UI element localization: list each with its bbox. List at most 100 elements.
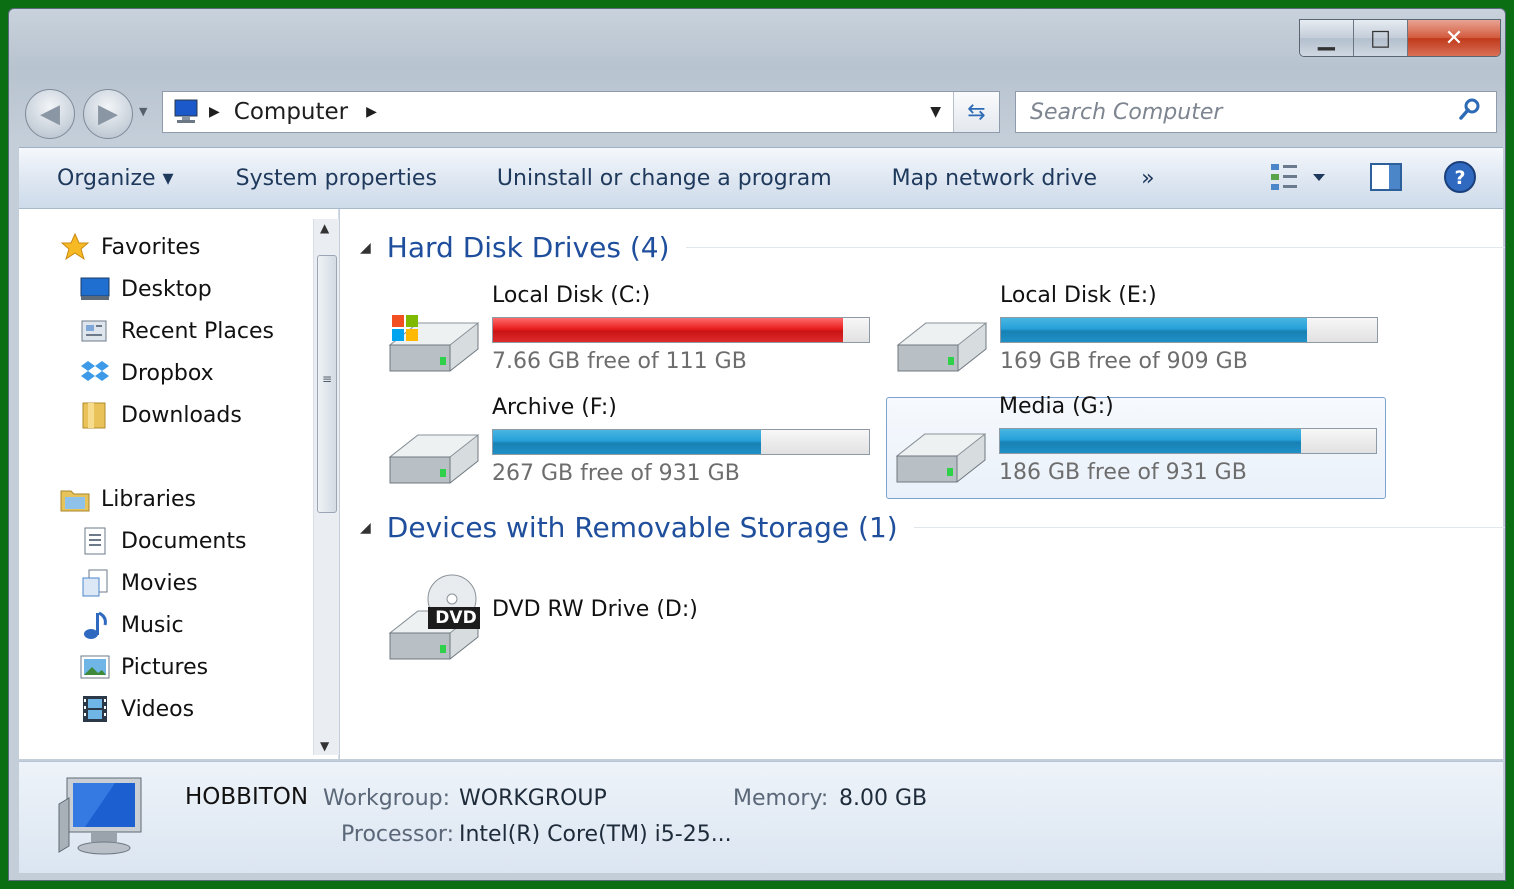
processor-label: Processor: [341, 822, 454, 847]
sidebar-item-label: Dropbox [121, 360, 214, 386]
uninstall-program-button[interactable]: Uninstall or change a program [497, 166, 832, 191]
sidebar-item-music[interactable]: Music [79, 609, 184, 641]
scroll-down-icon[interactable]: ▼ [320, 739, 329, 753]
hard-drive-icon [386, 417, 482, 487]
sidebar-item-favorites[interactable]: Favorites [59, 231, 200, 263]
recent-places-icon [79, 315, 111, 347]
drive-usage-bar [492, 429, 870, 455]
search-box[interactable]: Search Computer [1015, 91, 1497, 133]
dvd-drive-icon: DVD [386, 573, 482, 663]
sidebar-item-downloads[interactable]: Downloads [79, 399, 242, 431]
preview-pane-icon[interactable] [1369, 162, 1403, 198]
computer-icon [171, 98, 201, 126]
breadcrumb-computer[interactable]: Computer [234, 99, 348, 125]
sidebar-item-label: Downloads [121, 402, 242, 428]
navigation-pane: Favorites Desktop Recent Places Dropbox … [19, 209, 339, 759]
sidebar-item-label: Videos [121, 696, 195, 722]
drive-tile-c[interactable]: Local Disk (C:) 7.66 GB free of 111 GB [380, 283, 880, 389]
sidebar-item-label: Libraries [101, 486, 197, 512]
breadcrumb-separator-icon[interactable]: ▶ [209, 104, 220, 120]
drive-name: Local Disk (C:) [492, 283, 651, 308]
drive-tile-g[interactable]: Media (G:) 186 GB free of 931 GB [886, 394, 1386, 499]
pictures-icon [79, 651, 111, 683]
drive-usage-fill [493, 318, 844, 342]
window-controls: ▁ □ ✕ [1299, 19, 1501, 57]
close-button[interactable]: ✕ [1408, 20, 1500, 56]
forward-button[interactable]: ▶ [83, 89, 133, 139]
sidebar-item-label: Favorites [101, 234, 201, 260]
hard-drive-icon [894, 305, 990, 375]
drive-name: Local Disk (E:) [1000, 283, 1157, 308]
group-divider [913, 527, 1505, 528]
svg-text:?: ? [1454, 167, 1465, 189]
sidebar-item-desktop[interactable]: Desktop [79, 273, 212, 305]
sidebar-item-pictures[interactable]: Pictures [79, 651, 208, 683]
collapse-triangle-icon[interactable]: ◢ [360, 240, 371, 256]
sidebar-item-label: Pictures [121, 654, 209, 680]
navigation-pane-scrollbar[interactable]: ▲ ≡ ▼ [313, 219, 339, 755]
scroll-up-icon[interactable]: ▲ [320, 221, 329, 235]
drive-name: Media (G:) [999, 394, 1114, 419]
drive-free-space: 7.66 GB free of 111 GB [492, 349, 747, 374]
drive-free-space: 186 GB free of 931 GB [999, 460, 1247, 485]
desktop-icon [79, 273, 111, 305]
navigation-bar: ◀ ▶ ▼ ▶ Computer ▶ ▼ ⇆ Search Computer [9, 85, 1505, 145]
drive-usage-bar [999, 428, 1377, 454]
sidebar-item-movies[interactable]: Movies [79, 567, 198, 599]
documents-icon [79, 525, 111, 557]
movies-icon [79, 567, 111, 599]
group-header-label: Devices with Removable Storage (1) [386, 511, 898, 544]
videos-film-icon [79, 693, 111, 725]
more-commands-button[interactable]: » [1141, 166, 1154, 191]
sidebar-item-documents[interactable]: Documents [79, 525, 246, 557]
libraries-icon [59, 483, 91, 515]
drive-free-space: 267 GB free of 931 GB [492, 461, 740, 486]
group-header-hard-disk-drives[interactable]: ◢ Hard Disk Drives (4) [360, 231, 1505, 264]
group-header-label: Hard Disk Drives (4) [386, 231, 670, 264]
grip-icon: ≡ [322, 372, 333, 386]
drive-tile-e[interactable]: Local Disk (E:) 169 GB free of 909 GB [888, 283, 1388, 389]
minimize-button[interactable]: ▁ [1300, 20, 1354, 56]
back-arrow-icon: ◀ [40, 99, 60, 129]
drive-usage-bar [1000, 317, 1378, 343]
drive-tile-f[interactable]: Archive (F:) 267 GB free of 931 GB [380, 395, 880, 501]
windows-system-drive-icon [386, 305, 482, 375]
group-header-removable-storage[interactable]: ◢ Devices with Removable Storage (1) [360, 511, 1505, 544]
workgroup-label: Workgroup: [323, 786, 451, 811]
drive-usage-fill [493, 430, 762, 454]
drive-name: DVD RW Drive (D:) [492, 597, 698, 622]
search-icon[interactable] [1458, 97, 1482, 127]
memory-label: Memory: [733, 786, 829, 811]
scrollbar-thumb[interactable]: ≡ [317, 255, 337, 513]
collapse-triangle-icon[interactable]: ◢ [360, 520, 371, 536]
drive-tile-d[interactable]: DVD DVD RW Drive (D:) [380, 571, 880, 667]
search-input[interactable]: Search Computer [1030, 100, 1222, 125]
sidebar-item-videos[interactable]: Videos [79, 693, 194, 725]
drive-name: Archive (F:) [492, 395, 617, 420]
sidebar-item-recent-places[interactable]: Recent Places [79, 315, 274, 347]
computer-monitor-icon [55, 774, 147, 860]
star-icon [59, 231, 91, 263]
system-properties-button[interactable]: System properties [236, 166, 437, 191]
breadcrumb-separator-icon[interactable]: ▶ [366, 104, 377, 120]
back-button[interactable]: ◀ [25, 89, 75, 139]
sidebar-item-dropbox[interactable]: Dropbox [79, 357, 214, 389]
address-history-dropdown-icon[interactable]: ▼ [930, 104, 941, 120]
refresh-button[interactable]: ⇆ [953, 92, 999, 132]
change-view-icon[interactable] [1269, 160, 1329, 200]
recent-pages-dropdown[interactable]: ▼ [139, 105, 147, 118]
downloads-folder-icon [79, 399, 111, 431]
view-controls: ? [1269, 160, 1477, 200]
maximize-button[interactable]: □ [1354, 20, 1408, 56]
map-network-drive-button[interactable]: Map network drive [892, 166, 1097, 191]
sidebar-item-label: Documents [121, 528, 247, 554]
organize-menu[interactable]: Organize ▾ [57, 166, 174, 191]
sidebar-item-label: Music [121, 612, 184, 638]
help-icon[interactable]: ? [1443, 160, 1477, 200]
drive-usage-fill [1000, 429, 1301, 453]
command-bar: Organize ▾ System properties Uninstall o… [19, 147, 1503, 209]
address-bar[interactable]: ▶ Computer ▶ ▼ ⇆ [162, 91, 1000, 133]
sidebar-item-libraries[interactable]: Libraries [59, 483, 196, 515]
group-divider [685, 247, 1505, 248]
drive-usage-fill [1001, 318, 1308, 342]
